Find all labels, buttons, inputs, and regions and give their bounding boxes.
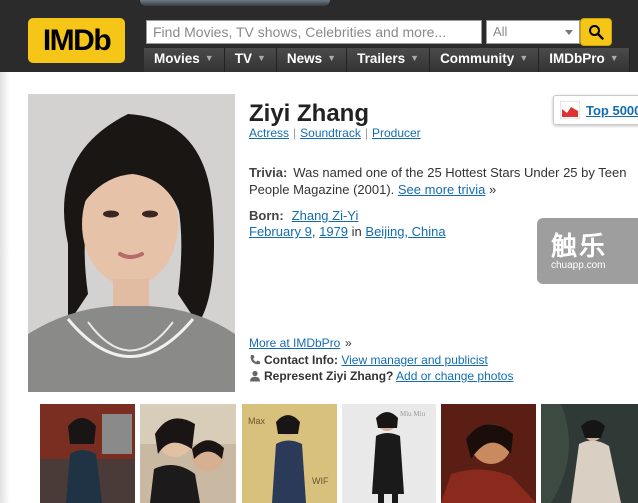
nav-imdbpro[interactable]: IMDbPro ▼ [539, 48, 630, 72]
dropdown-arrow-icon: ▼ [327, 53, 337, 63]
person-icon [250, 370, 260, 382]
birth-place-link[interactable]: Beijing, China [365, 224, 445, 239]
birth-name-link[interactable]: Zhang Zi-Yi [292, 208, 359, 223]
page-title: Ziyi Zhang [249, 100, 369, 127]
birth-year-link[interactable]: 1979 [319, 224, 348, 239]
more-at-imdbpro-link[interactable]: More at IMDbPro [249, 336, 340, 350]
watermark-logo-text: 触乐 [551, 231, 608, 261]
represent-row: Represent Ziyi Zhang? Add or change phot… [249, 369, 513, 383]
dropdown-arrow-icon: ▼ [519, 53, 529, 63]
thumbnail-image [40, 404, 135, 503]
divider: | [364, 126, 368, 140]
nav-label: Community [440, 51, 515, 66]
phone-icon [250, 355, 260, 365]
search-input[interactable]: Find Movies, TV shows, Celebrities and m… [146, 20, 482, 44]
dropdown-arrow-icon: ▼ [609, 53, 619, 63]
born-section: Born: Zhang Zi-Yi February 9, 1979 in Bei… [249, 208, 446, 239]
represent-label: Represent Ziyi Zhang? [264, 369, 394, 383]
chevron-down-icon [565, 30, 573, 35]
trivia-label: Trivia: [249, 165, 288, 180]
nav-movies[interactable]: Movies ▼ [144, 48, 225, 72]
thumbnail-image: Miu Miu [342, 404, 436, 503]
trivia-section: Trivia: Was named one of the 25 Hottest S… [249, 164, 634, 198]
nav-label: IMDbPro [549, 51, 605, 66]
nav-trailers[interactable]: Trailers ▼ [347, 48, 431, 72]
svg-text:WIF: WIF [312, 476, 329, 486]
role-producer-link[interactable]: Producer [372, 126, 421, 140]
nav-label: Movies [154, 51, 200, 66]
role-list: Actress | Soundtrack | Producer [249, 126, 421, 140]
watermark-url: chuapp.com [551, 260, 606, 271]
photo-thumbnail[interactable]: Max WIF [242, 404, 337, 503]
nav-tv[interactable]: TV ▼ [224, 48, 277, 72]
more-arrow: » [488, 182, 497, 197]
search-button[interactable] [580, 18, 612, 46]
birth-date-link[interactable]: February 9 [249, 224, 312, 239]
profile-photo[interactable] [28, 94, 235, 392]
add-change-photos-link[interactable]: Add or change photos [396, 369, 513, 383]
role-actress-link[interactable]: Actress [249, 126, 289, 140]
nav-news[interactable]: News ▼ [276, 48, 348, 72]
starmeter-badge[interactable]: Top 5000 [553, 95, 638, 125]
page-edge-shadow [0, 72, 10, 503]
svg-text:Miu Miu: Miu Miu [400, 410, 426, 418]
top-bar: IMDb Find Movies, TV shows, Celebrities … [0, 0, 638, 72]
portrait-image [28, 94, 235, 392]
nav-label: Trailers [357, 51, 406, 66]
role-soundtrack-link[interactable]: Soundtrack [300, 126, 361, 140]
dropdown-arrow-icon: ▼ [256, 53, 266, 63]
main-nav: Movies ▼ TV ▼ News ▼ Trailers ▼ Community ▼ I… [144, 48, 630, 72]
search-scope-select[interactable]: All [486, 20, 580, 44]
search-icon [589, 25, 604, 40]
trend-chart-icon [560, 101, 580, 119]
contact-info-row: Contact Info: View manager and publicist [249, 353, 488, 367]
thumbnail-image [140, 404, 236, 503]
more-arrow: » [345, 336, 352, 350]
photo-thumbnail[interactable] [140, 404, 236, 503]
nav-label: News [286, 51, 323, 66]
photo-thumbnail[interactable] [441, 404, 536, 503]
svg-text:Max: Max [248, 416, 266, 426]
dropdown-arrow-icon: ▼ [204, 53, 214, 63]
thumbnail-image: Max WIF [242, 404, 337, 503]
imdb-logo[interactable]: IMDb [28, 18, 125, 63]
see-more-trivia-link[interactable]: See more trivia [398, 182, 485, 197]
nav-community[interactable]: Community ▼ [430, 48, 540, 72]
photo-thumbnail[interactable]: Miu Miu [342, 404, 436, 503]
thumbnail-image [541, 404, 638, 503]
watermark-overlay: 触乐 chuapp.com [537, 218, 638, 284]
view-manager-link[interactable]: View manager and publicist [341, 353, 488, 367]
thumbnail-image [441, 404, 536, 503]
born-label: Born: [249, 208, 284, 223]
born-in-text: in [351, 224, 362, 239]
photo-thumbnail[interactable] [40, 404, 135, 503]
photo-thumbnail[interactable] [541, 404, 638, 503]
contact-info-label: Contact Info: [264, 353, 338, 367]
search-scope-value: All [493, 24, 508, 39]
top5000-link[interactable]: Top 5000 [586, 103, 638, 118]
dropdown-arrow-icon: ▼ [410, 53, 420, 63]
top-bar-highlight [140, 0, 330, 6]
divider: | [293, 126, 297, 140]
nav-label: TV [234, 51, 252, 66]
